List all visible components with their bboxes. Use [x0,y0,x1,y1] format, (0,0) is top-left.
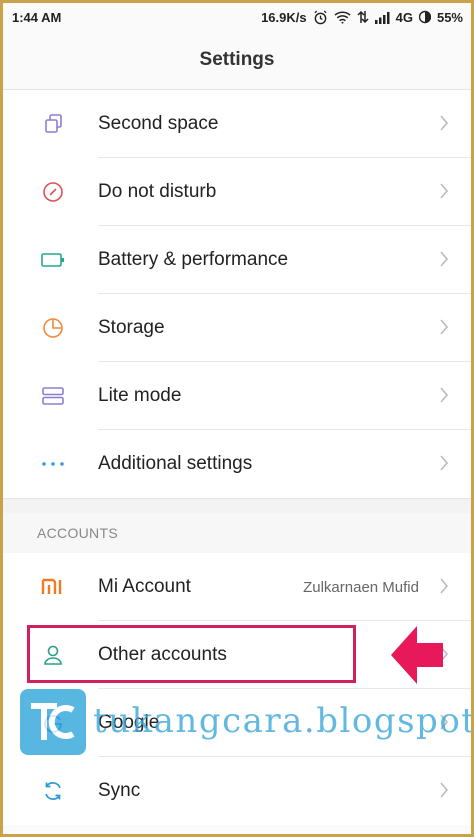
account-name: Zulkarnaen Mufid [303,578,419,596]
phone-screen: 1:44 AM 16.9K/s 4G 55% Settings Second s… [3,3,471,834]
section-divider [3,498,471,513]
storage-icon [36,311,70,345]
chevron-right-icon [439,454,449,477]
settings-item-label: Do not disturb [98,181,217,202]
battery-status-icon [418,10,431,24]
signal-icon [374,11,390,24]
watermark-logo [20,689,86,755]
watermark-text: tukangcara.blogspot.com [93,701,471,741]
chevron-right-icon [439,577,449,600]
chevron-right-icon [439,250,449,273]
lite-mode-icon [36,379,70,413]
chevron-right-icon [439,182,449,205]
settings-list: Second space Do not disturb Battery & pe… [3,90,471,498]
settings-item-additional-settings[interactable]: Additional settings [3,430,471,498]
settings-item-second-space[interactable]: Second space [3,90,471,158]
status-indicators: 16.9K/s 4G 55% [261,10,463,25]
settings-item-label: Second space [98,113,219,134]
app-bar: Settings [3,31,471,90]
settings-item-label: Lite mode [98,385,182,406]
second-space-icon [36,107,70,141]
chevron-right-icon [439,114,449,137]
settings-item-label: Additional settings [98,453,253,474]
network-type: 4G [395,9,413,25]
chevron-right-icon [439,781,449,804]
settings-item-label: Battery & performance [98,249,289,270]
settings-item-label: Storage [98,317,165,338]
alarm-icon [313,9,328,25]
battery-icon [36,243,70,277]
settings-item-lite-mode[interactable]: Lite mode [3,362,471,430]
accounts-section-header: ACCOUNTS [3,513,471,553]
battery-percent: 55% [436,9,463,25]
settings-item-mi-account[interactable]: Mi Account Zulkarnaen Mufid [3,553,471,621]
more-dots-icon [36,447,70,481]
chevron-right-icon [439,318,449,341]
settings-item-storage[interactable]: Storage [3,294,471,362]
page-title: Settings [199,49,275,70]
status-bar: 1:44 AM 16.9K/s 4G 55% [3,3,471,31]
sync-icon [36,774,70,808]
pointer-arrow-icon [389,622,445,693]
settings-item-do-not-disturb[interactable]: Do not disturb [3,158,471,226]
highlight-box [27,625,356,683]
settings-item-label: Sync [98,780,141,801]
data-transfer-icon [357,10,369,24]
status-speed: 16.9K/s [261,9,307,25]
chevron-right-icon [439,386,449,409]
mi-logo-icon [36,570,70,604]
do-not-disturb-icon [36,175,70,209]
status-time: 1:44 AM [12,9,62,25]
settings-item-label: Mi Account [98,576,191,597]
wifi-icon [334,10,351,24]
settings-item-battery-performance[interactable]: Battery & performance [3,226,471,294]
settings-item-sync[interactable]: Sync [3,757,471,825]
